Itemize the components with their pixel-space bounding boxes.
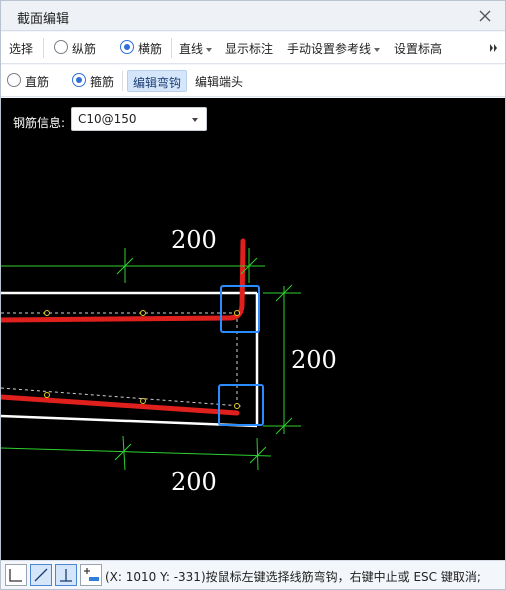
cursor-coordinates: (X: 1010 Y: -331)	[105, 570, 206, 584]
longitudinal-radio[interactable]	[54, 40, 68, 54]
dimension-top-text: 200	[171, 226, 217, 254]
toolbar-divider	[43, 38, 44, 58]
status-bar: (X: 1010 Y: -331)按鼠标左键选择线筋弯钩，右键中止或 ESC 键…	[1, 560, 505, 589]
ortho-icon	[9, 569, 22, 582]
reference-lines	[1, 312, 242, 407]
stirrup-radio[interactable]	[72, 73, 86, 87]
dimension-right-text: 200	[291, 346, 337, 374]
chevron-down-icon	[206, 47, 213, 52]
edit-hook-button[interactable]: 编辑弯钩	[127, 70, 187, 92]
section-edit-window: 截面编辑 选择 纵筋 横筋 直线 显示标注 手动设置参考线 设置标高 直筋 箍筋…	[0, 0, 506, 590]
edit-end-button[interactable]: 编辑端头	[195, 73, 243, 90]
close-icon[interactable]	[475, 6, 495, 26]
title-bar: 截面编辑	[1, 1, 505, 31]
straight-rebar-radio[interactable]	[7, 73, 21, 87]
status-prompt: 按鼠标左键选择线筋弯钩，右键中止或 ESC 键取消;	[205, 570, 481, 584]
set-elevation-button[interactable]: 设置标高	[394, 40, 442, 57]
section-drawing[interactable]: 200 200 200	[1, 98, 505, 560]
rebar-info-select[interactable]: C10@150	[71, 107, 207, 131]
perpendicular-icon	[60, 569, 72, 582]
window-title: 截面编辑	[17, 12, 70, 27]
edit-hook-label: 编辑弯钩	[133, 76, 182, 90]
diagonal-line-icon	[34, 568, 48, 582]
chevron-down-icon	[374, 47, 381, 52]
polar-snap-button[interactable]	[30, 564, 52, 586]
horizontal-radio[interactable]	[120, 40, 134, 54]
rebar-info-value: C10@150	[78, 112, 137, 126]
status-message: (X: 1010 Y: -331)按鼠标左键选择线筋弯钩，右键中止或 ESC 键…	[105, 568, 481, 585]
toolbar-divider	[171, 38, 172, 58]
stirrup-label[interactable]: 箍筋	[90, 73, 114, 90]
add-point-button[interactable]	[80, 564, 102, 586]
line-type-dropdown[interactable]: 直线	[179, 40, 213, 57]
ortho-snap-button[interactable]	[5, 564, 27, 586]
longitudinal-label[interactable]: 纵筋	[72, 40, 96, 57]
more-arrow-icon[interactable]	[489, 42, 499, 54]
main-toolbar: 选择 纵筋 横筋 直线 显示标注 手动设置参考线 设置标高	[1, 32, 505, 64]
line-type-value: 直线	[179, 42, 204, 56]
straight-rebar-label[interactable]: 直筋	[25, 73, 49, 90]
toolbar-divider	[122, 71, 123, 91]
rebar-info-label: 钢筋信息:	[13, 116, 66, 130]
rebar-lines[interactable]	[1, 238, 246, 416]
show-dimension-button[interactable]: 显示标注	[225, 40, 273, 57]
perpendicular-snap-button[interactable]	[55, 564, 77, 586]
horizontal-label[interactable]: 横筋	[138, 40, 162, 57]
chevron-down-icon	[192, 118, 198, 122]
add-point-icon	[84, 568, 99, 581]
select-button[interactable]: 选择	[9, 40, 33, 57]
drawing-canvas[interactable]: 200 200 200 钢筋信息: C10@150	[1, 98, 505, 560]
sub-toolbar: 直筋 箍筋 编辑弯钩 编辑端头	[1, 65, 505, 97]
dimension-bottom-text: 200	[171, 468, 217, 496]
manual-reference-line-label: 手动设置参考线	[287, 42, 372, 56]
manual-reference-line-dropdown[interactable]: 手动设置参考线	[287, 40, 381, 57]
